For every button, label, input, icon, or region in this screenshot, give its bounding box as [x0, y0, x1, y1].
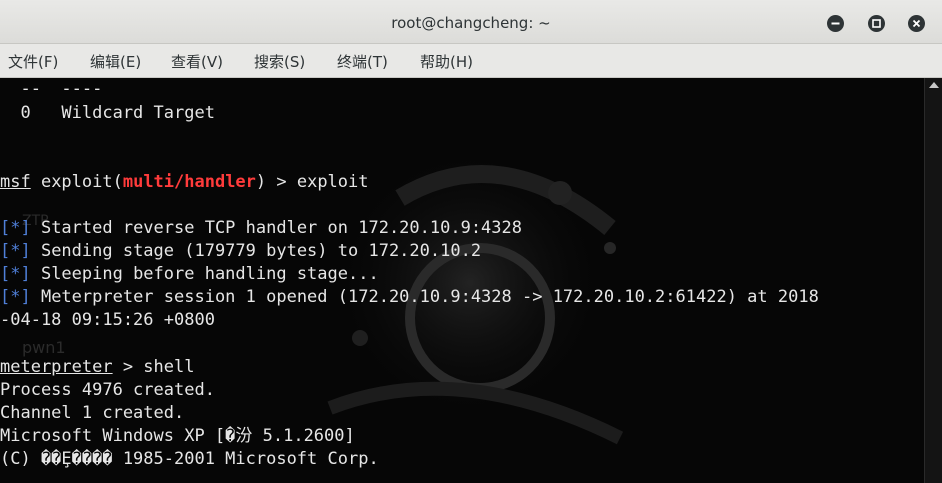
vertical-scrollbar[interactable]	[924, 78, 942, 483]
menu-view[interactable]: 查看(V)	[171, 44, 223, 80]
terminal-window: root@changcheng: ~ 文件(F) 编辑(E) 查看(V) 搜索(…	[0, 0, 942, 483]
menu-edit[interactable]: 编辑(E)	[90, 44, 141, 80]
output-line: Process 4976 created.	[0, 380, 215, 400]
status-line: [*] Sleeping before handling stage...	[0, 264, 379, 284]
close-button[interactable]	[908, 15, 925, 32]
module-name: multi/handler	[122, 172, 256, 192]
terminal-output[interactable]: ZTR pwn1 -- ---- 0 Wildcard Target msf e…	[0, 78, 924, 483]
title-bar[interactable]: root@changcheng: ~	[0, 0, 942, 44]
window-title: root@changcheng: ~	[391, 14, 551, 32]
maximize-icon	[872, 19, 881, 28]
status-line: [*] Started reverse TCP handler on 172.2…	[0, 218, 522, 238]
output-line: -04-18 09:15:26 +0800	[0, 310, 215, 330]
menu-search[interactable]: 搜索(S)	[254, 44, 305, 80]
status-marker: [*]	[0, 241, 31, 261]
status-line: [*] Meterpreter session 1 opened (172.20…	[0, 287, 819, 307]
menu-bar: 文件(F) 编辑(E) 查看(V) 搜索(S) 终端(T) 帮助(H)	[0, 44, 942, 78]
background-label-pwn1: pwn1	[22, 338, 66, 357]
output-line: (C) ��Ȩ���� 1985-2001 Microsoft Corp.	[0, 449, 379, 469]
minimize-icon	[831, 22, 840, 25]
status-marker: [*]	[0, 218, 31, 238]
maximize-button[interactable]	[868, 15, 885, 32]
output-line: Channel 1 created.	[0, 403, 185, 423]
menu-terminal[interactable]: 终端(T)	[337, 44, 388, 80]
msf-prompt-line: msf exploit(multi/handler) > exploit	[0, 172, 369, 192]
status-marker: [*]	[0, 264, 31, 284]
minimize-button[interactable]	[827, 15, 844, 32]
menu-file[interactable]: 文件(F)	[8, 44, 58, 80]
close-icon	[912, 19, 921, 28]
meterpreter-prompt: meterpreter	[0, 357, 113, 377]
output-line: Microsoft Windows XP [�汾 5.1.2600]	[0, 426, 355, 446]
msf-prompt: msf	[0, 172, 31, 192]
scroll-up-icon[interactable]	[929, 82, 939, 88]
status-marker: [*]	[0, 287, 31, 307]
output-line: -- ----	[0, 79, 103, 99]
status-line: [*] Sending stage (179779 bytes) to 172.…	[0, 241, 482, 261]
output-line: 0 Wildcard Target	[0, 103, 215, 123]
meterpreter-prompt-line: meterpreter > shell	[0, 357, 195, 377]
menu-help[interactable]: 帮助(H)	[420, 44, 473, 80]
